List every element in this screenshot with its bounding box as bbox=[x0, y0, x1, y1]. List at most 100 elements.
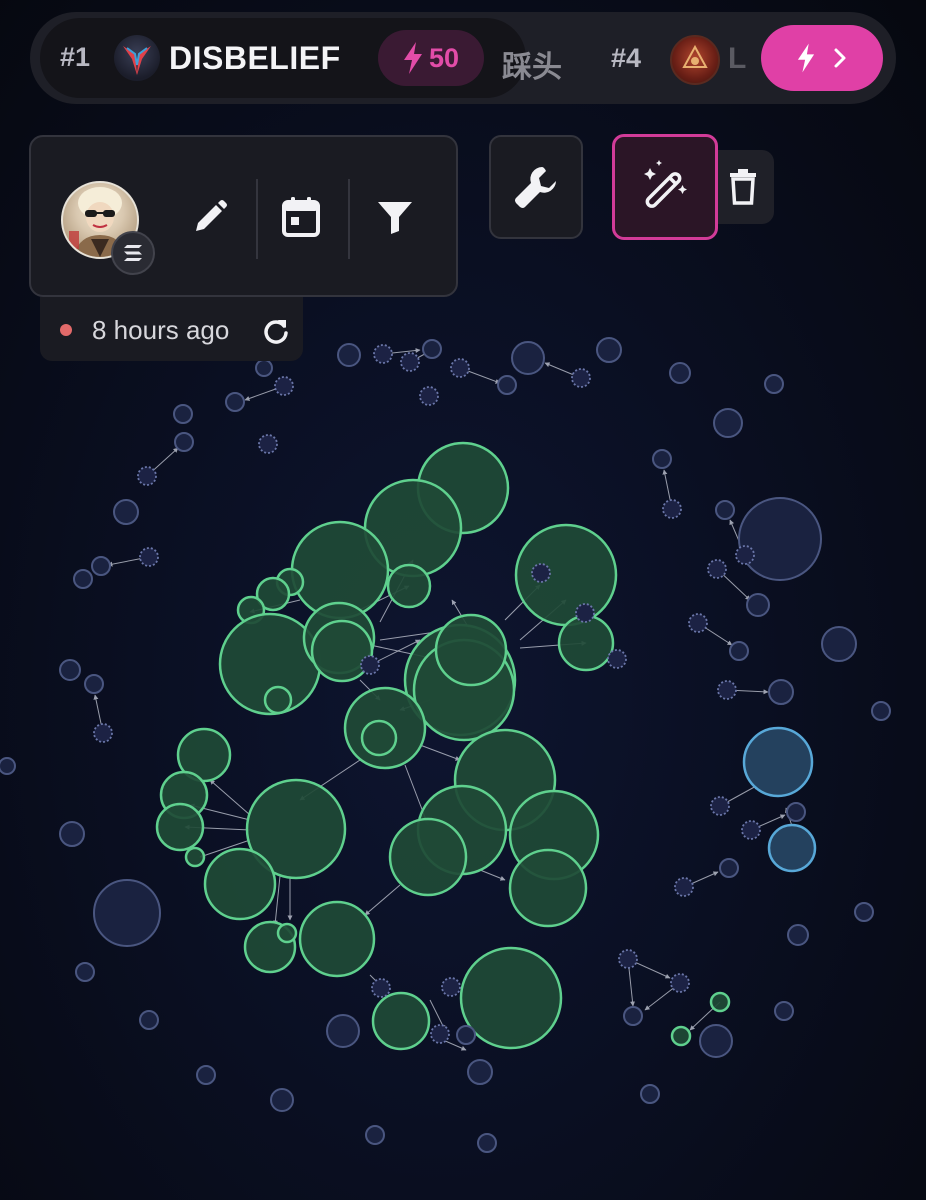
holder-bubble[interactable] bbox=[365, 1125, 385, 1145]
holder-bubble[interactable] bbox=[326, 1014, 360, 1048]
cluster-holder-bubble[interactable] bbox=[557, 614, 615, 672]
calendar-button[interactable] bbox=[271, 187, 331, 247]
cluster-holder-bubble[interactable] bbox=[388, 817, 468, 897]
cluster-holder-bubble[interactable] bbox=[184, 846, 206, 868]
boost-button[interactable] bbox=[761, 25, 883, 91]
highlighted-holder-bubble[interactable] bbox=[742, 726, 814, 798]
contract-bubble[interactable] bbox=[735, 545, 755, 565]
cluster-holder-bubble[interactable] bbox=[263, 685, 293, 715]
settings-button[interactable] bbox=[489, 135, 583, 239]
holder-bubble[interactable] bbox=[774, 1001, 794, 1021]
highlighted-holder-bubble[interactable] bbox=[767, 823, 817, 873]
holder-bubble[interactable] bbox=[59, 659, 81, 681]
cluster-holder-bubble[interactable] bbox=[514, 523, 618, 627]
holder-bubble[interactable] bbox=[871, 701, 891, 721]
cluster-holder-bubble[interactable] bbox=[434, 613, 508, 687]
holder-bubble[interactable] bbox=[59, 821, 85, 847]
holder-bubble[interactable] bbox=[477, 1133, 497, 1153]
cluster-holder-bubble[interactable] bbox=[386, 563, 432, 609]
holder-bubble[interactable] bbox=[422, 339, 442, 359]
contract-bubble[interactable] bbox=[662, 499, 682, 519]
holder-bubble[interactable] bbox=[84, 674, 104, 694]
contract-bubble[interactable] bbox=[670, 973, 690, 993]
contract-bubble[interactable] bbox=[450, 358, 470, 378]
contract-bubble[interactable] bbox=[618, 949, 638, 969]
holder-bubble[interactable] bbox=[623, 1006, 643, 1026]
cluster-holder-bubble[interactable] bbox=[298, 900, 376, 978]
holder-bubble[interactable] bbox=[719, 858, 739, 878]
holder-bubble[interactable] bbox=[270, 1088, 294, 1112]
holder-bubble[interactable] bbox=[139, 1010, 159, 1030]
cluster-holder-bubble[interactable] bbox=[276, 922, 298, 944]
holder-bubble[interactable] bbox=[640, 1084, 660, 1104]
contract-bubble[interactable] bbox=[137, 466, 157, 486]
contract-bubble[interactable] bbox=[607, 649, 627, 669]
holder-bubble[interactable] bbox=[746, 593, 770, 617]
cluster-holder-bubble[interactable] bbox=[670, 1025, 692, 1047]
contract-bubble[interactable] bbox=[360, 655, 380, 675]
cluster-holder-bubble[interactable] bbox=[203, 847, 277, 921]
holder-bubble[interactable] bbox=[73, 569, 93, 589]
holder-bubble[interactable] bbox=[113, 499, 139, 525]
refresh-icon[interactable] bbox=[262, 317, 290, 345]
cluster-holder-bubble[interactable] bbox=[360, 719, 398, 757]
holder-bubble[interactable] bbox=[467, 1059, 493, 1085]
holder-bubble[interactable] bbox=[174, 432, 194, 452]
holder-bubble[interactable] bbox=[456, 1025, 476, 1045]
holder-bubble[interactable] bbox=[786, 802, 806, 822]
holder-bubble[interactable] bbox=[75, 962, 95, 982]
delete-button[interactable] bbox=[712, 150, 774, 224]
holder-bubble[interactable] bbox=[652, 449, 672, 469]
contract-bubble[interactable] bbox=[139, 547, 159, 567]
holder-bubble[interactable] bbox=[669, 362, 691, 384]
contract-bubble[interactable] bbox=[717, 680, 737, 700]
holder-bubble[interactable] bbox=[255, 359, 273, 377]
holder-bubble[interactable] bbox=[196, 1065, 216, 1085]
contract-bubble[interactable] bbox=[688, 613, 708, 633]
edit-button[interactable] bbox=[179, 188, 239, 248]
holder-bubble[interactable] bbox=[768, 679, 794, 705]
cluster-holder-bubble[interactable] bbox=[371, 991, 431, 1051]
contract-bubble[interactable] bbox=[371, 978, 391, 998]
holder-bubble[interactable] bbox=[787, 924, 809, 946]
contract-bubble[interactable] bbox=[710, 796, 730, 816]
contract-bubble[interactable] bbox=[430, 1024, 450, 1044]
holder-bubble[interactable] bbox=[821, 626, 857, 662]
contract-bubble[interactable] bbox=[707, 559, 727, 579]
holder-bubble[interactable] bbox=[596, 337, 622, 363]
rank-item-1[interactable]: #1 DISBELIEF 50 bbox=[40, 18, 526, 98]
contract-bubble[interactable] bbox=[575, 603, 595, 623]
holder-bubble[interactable] bbox=[497, 375, 517, 395]
contract-bubble[interactable] bbox=[400, 352, 420, 372]
holder-bubble[interactable] bbox=[854, 902, 874, 922]
holder-bubble[interactable] bbox=[715, 500, 735, 520]
holder-bubble[interactable] bbox=[93, 879, 161, 947]
holder-bubble[interactable] bbox=[738, 497, 822, 581]
contract-bubble[interactable] bbox=[274, 376, 294, 396]
contract-bubble[interactable] bbox=[373, 344, 393, 364]
filter-button[interactable] bbox=[365, 187, 425, 247]
cluster-holder-bubble[interactable] bbox=[508, 848, 588, 928]
holder-bubble[interactable] bbox=[511, 341, 545, 375]
holder-bubble[interactable] bbox=[337, 343, 361, 367]
holder-bubble[interactable] bbox=[764, 374, 784, 394]
contract-bubble[interactable] bbox=[531, 563, 551, 583]
holder-bubble[interactable] bbox=[173, 404, 193, 424]
holder-bubble[interactable] bbox=[729, 641, 749, 661]
contract-bubble[interactable] bbox=[571, 368, 591, 388]
contract-bubble[interactable] bbox=[258, 434, 278, 454]
cluster-holder-bubble[interactable] bbox=[459, 946, 563, 1050]
cluster-holder-bubble[interactable] bbox=[709, 991, 731, 1013]
contract-bubble[interactable] bbox=[741, 820, 761, 840]
holder-bubble[interactable] bbox=[713, 408, 743, 438]
holder-bubble[interactable] bbox=[0, 757, 16, 775]
contract-bubble[interactable] bbox=[441, 977, 461, 997]
holder-bubble[interactable] bbox=[91, 556, 111, 576]
cluster-holder-bubble[interactable] bbox=[155, 802, 205, 852]
contract-bubble[interactable] bbox=[674, 877, 694, 897]
holder-bubble[interactable] bbox=[225, 392, 245, 412]
contract-bubble[interactable] bbox=[93, 723, 113, 743]
holder-bubble[interactable] bbox=[699, 1024, 733, 1058]
magic-wand-button[interactable] bbox=[612, 134, 718, 240]
contract-bubble[interactable] bbox=[419, 386, 439, 406]
